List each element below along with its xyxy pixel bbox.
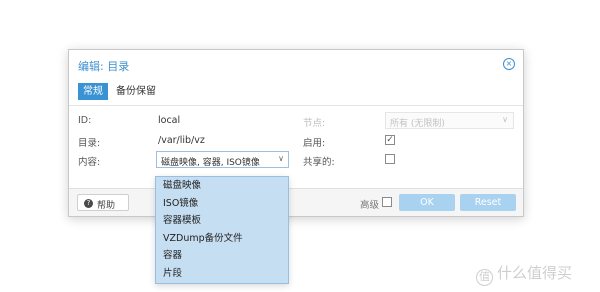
directory-label: 目录: <box>78 138 101 149</box>
dropdown-item-container-template[interactable]: 容器模板 <box>156 212 288 230</box>
help-button-label: 帮助 <box>97 201 116 211</box>
shared-checkbox[interactable] <box>385 154 395 164</box>
dropdown-item-container[interactable]: 容器 <box>156 247 288 265</box>
id-value: local <box>158 115 181 126</box>
tab-divider <box>69 105 523 106</box>
node-select[interactable]: 所有 (无限制) ∨ <box>385 112 514 129</box>
node-label: 节点: <box>303 118 326 129</box>
content-select[interactable]: 磁盘映像, 容器, ISO镜像 ∨ <box>156 151 289 168</box>
advanced-checkbox[interactable] <box>382 197 392 207</box>
reset-button[interactable]: Reset <box>460 194 516 211</box>
watermark: 值什么值得买 <box>476 262 572 286</box>
tab-bar: 常规 备份保留 <box>78 83 164 101</box>
tab-backup-retention[interactable]: 备份保留 <box>111 83 161 100</box>
dialog-footer: ? 帮助 高级 OK Reset <box>69 188 523 216</box>
edit-directory-dialog: 编辑: 目录 × 常规 备份保留 ID: local 节点: 所有 (无限制) … <box>68 49 524 217</box>
dropdown-item-vzdump-backup[interactable]: VZDump备份文件 <box>156 230 288 248</box>
close-icon[interactable]: × <box>503 58 515 70</box>
shared-label: 共享的: <box>303 157 335 168</box>
help-button[interactable]: ? 帮助 <box>77 194 129 211</box>
chevron-down-icon: ∨ <box>278 154 284 163</box>
dropdown-item-snippets[interactable]: 片段 <box>156 265 288 283</box>
id-label: ID: <box>78 115 92 126</box>
dialog-titlebar: 编辑: 目录 × <box>69 50 523 78</box>
dialog-title: 编辑: 目录 <box>78 60 130 73</box>
chevron-down-icon: ∨ <box>502 115 508 124</box>
row-content: 内容: 磁盘映像, 容器, ISO镜像 ∨ 共享的: <box>69 151 523 169</box>
node-select-value: 所有 (无限制) <box>390 119 445 129</box>
watermark-text: 什么值得买 <box>497 264 573 282</box>
dropdown-item-disk-image[interactable]: 磁盘映像 <box>156 177 288 195</box>
tab-general[interactable]: 常规 <box>78 83 108 100</box>
ok-button[interactable]: OK <box>399 194 455 211</box>
enable-label: 启用: <box>303 138 326 149</box>
enable-checkbox[interactable]: ✓ <box>385 135 395 145</box>
directory-value: /var/lib/vz <box>158 135 205 146</box>
row-id: ID: local 节点: 所有 (无限制) ∨ <box>69 112 523 130</box>
help-icon: ? <box>84 199 93 208</box>
content-dropdown-list: 磁盘映像 ISO镜像 容器模板 VZDump备份文件 容器 片段 <box>155 176 289 284</box>
advanced-label: 高级 <box>360 200 380 211</box>
content-label: 内容: <box>78 157 101 168</box>
dropdown-item-iso-image[interactable]: ISO镜像 <box>156 195 288 213</box>
content-select-value: 磁盘映像, 容器, ISO镜像 <box>161 158 260 168</box>
row-directory: 目录: /var/lib/vz 启用: ✓ <box>69 132 523 150</box>
watermark-logo-icon: 值 <box>476 269 493 286</box>
